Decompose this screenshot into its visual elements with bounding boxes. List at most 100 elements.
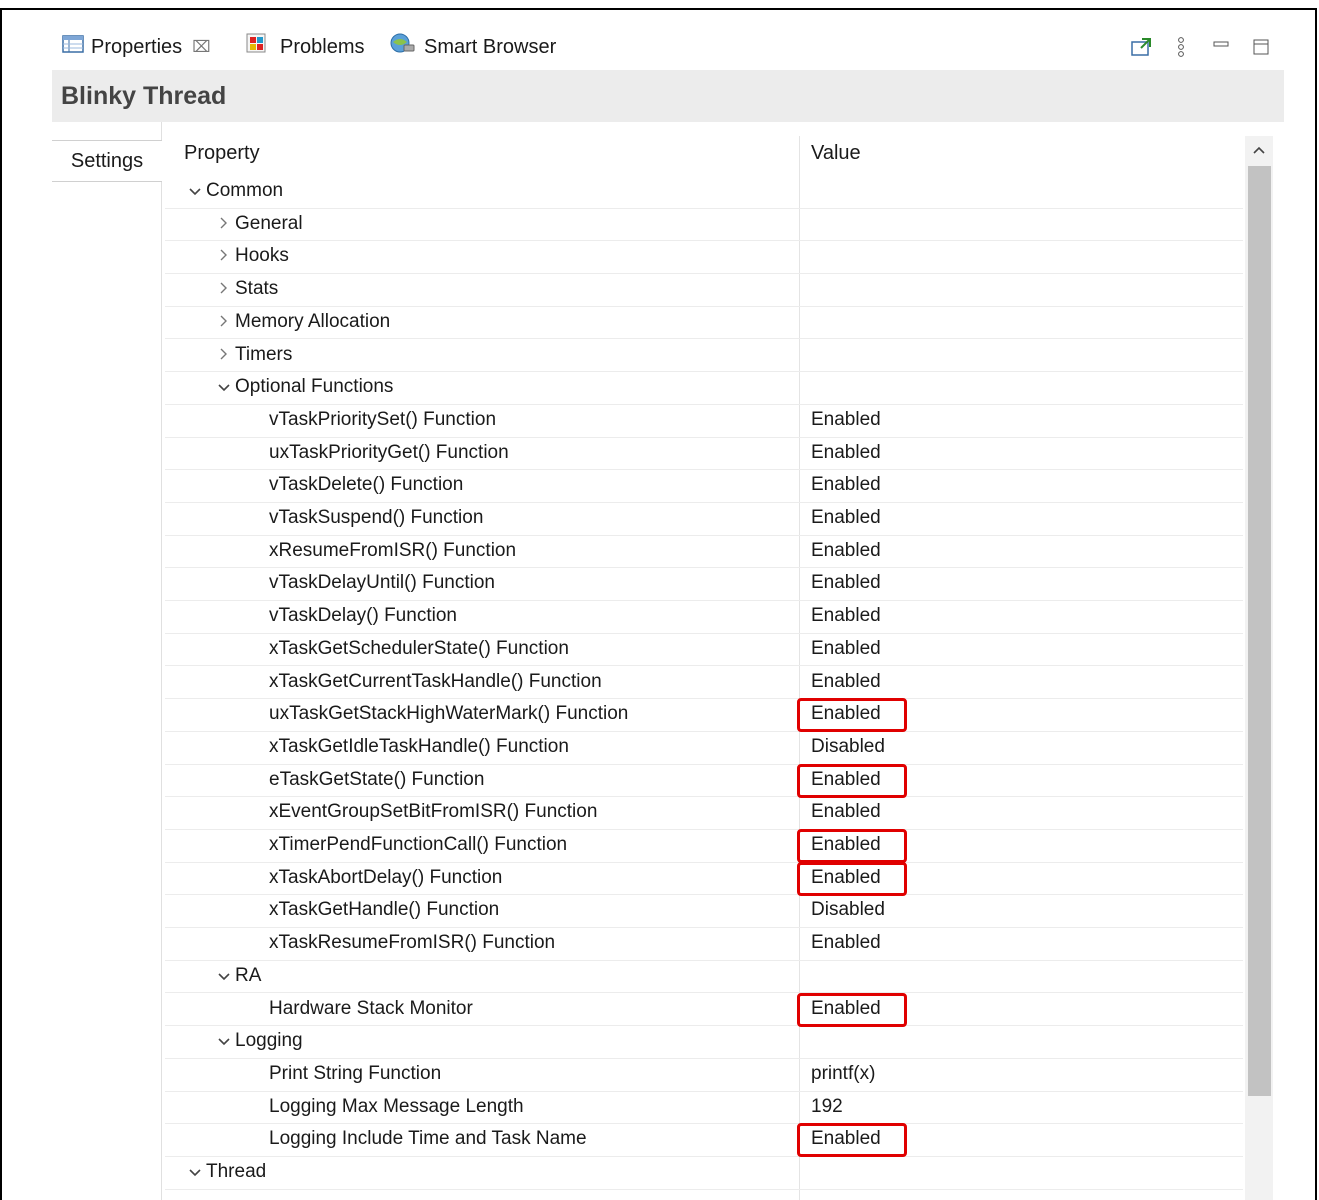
chevron-right-icon[interactable] <box>213 314 235 330</box>
table-row[interactable]: xTaskAbortDelay() Function Enabled <box>165 861 1243 896</box>
maximize-icon[interactable] <box>1250 36 1272 58</box>
chevron-right-icon[interactable] <box>213 281 235 297</box>
chevron-right-icon[interactable] <box>213 248 235 264</box>
property-label: Stats <box>235 278 279 300</box>
property-cell: xTaskGetSchedulerState() Function <box>269 638 569 660</box>
view-toolbar <box>1130 28 1284 66</box>
property-cell: xTaskGetCurrentTaskHandle() Function <box>269 671 602 693</box>
value-cell[interactable]: Enabled <box>811 442 881 464</box>
highlight-box <box>797 992 907 1027</box>
column-header-value[interactable]: Value <box>811 142 861 165</box>
minimize-icon[interactable] <box>1210 36 1232 58</box>
table-row[interactable]: vTaskDelete() Function Enabled <box>165 470 1243 503</box>
chevron-down-icon[interactable] <box>213 968 235 984</box>
table-row[interactable]: vTaskPrioritySet() Function Enabled <box>165 405 1243 438</box>
table-row[interactable]: Timers <box>165 340 1243 373</box>
property-label: uxTaskPriorityGet() Function <box>269 441 509 463</box>
table-row[interactable]: Print String Function printf(x) <box>165 1059 1243 1092</box>
value-cell[interactable]: Enabled <box>811 572 881 594</box>
value-cell[interactable]: Enabled <box>811 801 881 823</box>
table-row[interactable]: Logging Max Message Length 192 <box>165 1092 1243 1125</box>
scrollbar-thumb[interactable] <box>1248 166 1271 1096</box>
table-row[interactable]: xTaskGetSchedulerState() Function Enabled <box>165 634 1243 667</box>
property-label: xTaskAbortDelay() Function <box>269 866 503 888</box>
chevron-down-icon[interactable] <box>213 1033 235 1049</box>
table-row[interactable]: Hardware Stack Monitor Enabled <box>165 992 1243 1027</box>
table-row[interactable]: Logging <box>165 1026 1243 1059</box>
property-label: Common <box>206 180 284 201</box>
table-row[interactable]: Stats <box>165 274 1243 307</box>
table-row[interactable]: Logging Include Time and Task Name Enable… <box>165 1123 1243 1158</box>
table-row[interactable]: xResumeFromISR() Function Enabled <box>165 536 1243 569</box>
property-table: Property Value Common General Hooks Stats Me… <box>165 136 1245 1200</box>
value-cell[interactable]: Disabled <box>811 899 885 921</box>
property-label: xResumeFromISR() Function <box>269 539 517 561</box>
table-row[interactable]: xTaskGetHandle() Function Disabled <box>165 895 1243 929</box>
table-row[interactable]: eTaskGetState() Function Enabled <box>165 763 1243 798</box>
property-cell: vTaskDelay() Function <box>269 605 457 627</box>
property-label: vTaskSuspend() Function <box>269 507 484 528</box>
chevron-right-icon[interactable] <box>213 216 235 232</box>
value-cell[interactable]: 192 <box>811 1096 843 1118</box>
table-row[interactable]: RA <box>165 961 1243 994</box>
value-cell[interactable]: Enabled <box>811 671 881 693</box>
table-row[interactable]: Hooks <box>165 241 1243 275</box>
value-cell[interactable]: Enabled <box>811 409 881 431</box>
tab-problems[interactable]: Problems <box>245 28 364 66</box>
value-cell[interactable]: Enabled <box>811 932 881 954</box>
chevron-down-icon[interactable] <box>184 1164 206 1180</box>
vertical-scrollbar[interactable] <box>1245 136 1273 1200</box>
tab-settings[interactable]: Settings <box>52 141 162 182</box>
table-row[interactable]: vTaskDelayUntil() Function Enabled <box>165 568 1243 602</box>
property-label: Thread <box>206 1161 267 1182</box>
value-cell[interactable]: Disabled <box>811 736 885 758</box>
value-cell[interactable]: printf(x) <box>811 1063 875 1085</box>
table-row[interactable]: Thread <box>165 1157 1243 1190</box>
chevron-right-icon[interactable] <box>213 347 235 363</box>
property-label: vTaskDelay() Function <box>269 605 457 627</box>
close-icon[interactable]: ⌧ <box>192 37 210 57</box>
table-row[interactable]: xTaskGetCurrentTaskHandle() Function Enab… <box>165 667 1243 700</box>
value-cell[interactable]: Enabled <box>811 540 881 562</box>
property-label: Print String Function <box>269 1062 442 1084</box>
table-row[interactable]: General <box>165 209 1243 242</box>
table-row[interactable]: vTaskDelay() Function Enabled <box>165 601 1243 634</box>
property-label: xEventGroupSetBitFromISR() Function <box>269 801 598 823</box>
side-tab-divider <box>52 122 162 141</box>
table-row[interactable]: Common <box>165 176 1243 209</box>
table-row[interactable]: xTaskResumeFromISR() Function Enabled <box>165 928 1243 961</box>
highlight-box <box>797 763 907 798</box>
highlight-box <box>797 698 907 733</box>
property-cell: uxTaskPriorityGet() Function <box>269 442 509 464</box>
side-tab-pane: Settings <box>52 122 162 1200</box>
table-row[interactable]: Memory Allocation <box>165 307 1243 340</box>
tab-smart-browser[interactable]: Smart Browser <box>389 28 556 66</box>
tab-label: Problems <box>280 35 365 58</box>
value-cell[interactable]: Enabled <box>811 474 881 496</box>
property-cell: Logging Include Time and Task Name <box>269 1128 587 1150</box>
property-cell: Thread <box>184 1161 266 1183</box>
chevron-down-icon[interactable] <box>213 379 235 395</box>
view-menu-icon[interactable] <box>1170 36 1192 58</box>
page-title: Blinky Thread <box>52 70 1284 122</box>
value-cell[interactable]: Enabled <box>811 605 881 627</box>
property-cell: Memory Allocation <box>213 311 390 333</box>
highlight-box <box>797 829 907 863</box>
pin-icon[interactable] <box>1130 36 1152 58</box>
column-header-property[interactable]: Property <box>184 142 260 165</box>
value-cell[interactable]: Enabled <box>811 507 881 529</box>
view-tab-bar: Properties ⌧ Problems Smart Browser <box>52 28 1284 66</box>
table-row[interactable]: uxTaskPriorityGet() Function Enabled <box>165 438 1243 471</box>
table-row[interactable]: xTimerPendFunctionCall() Function Enabled <box>165 829 1243 863</box>
property-cell: Logging Max Message Length <box>269 1096 524 1118</box>
table-row[interactable]: uxTaskGetStackHighWaterMark() Function En… <box>165 698 1243 733</box>
table-row[interactable]: Optional Functions <box>165 372 1243 405</box>
table-row[interactable]: vTaskSuspend() Function Enabled <box>165 503 1243 536</box>
tab-properties[interactable]: Properties ⌧ <box>62 28 211 66</box>
value-cell[interactable]: Enabled <box>811 638 881 660</box>
chevron-down-icon[interactable] <box>184 183 206 199</box>
property-cell: RA <box>213 965 261 987</box>
table-row[interactable]: xTaskGetIdleTaskHandle() Function Disable… <box>165 732 1243 765</box>
scroll-up-icon[interactable] <box>1245 136 1273 164</box>
table-row[interactable]: xEventGroupSetBitFromISR() Function Enabl… <box>165 797 1243 830</box>
